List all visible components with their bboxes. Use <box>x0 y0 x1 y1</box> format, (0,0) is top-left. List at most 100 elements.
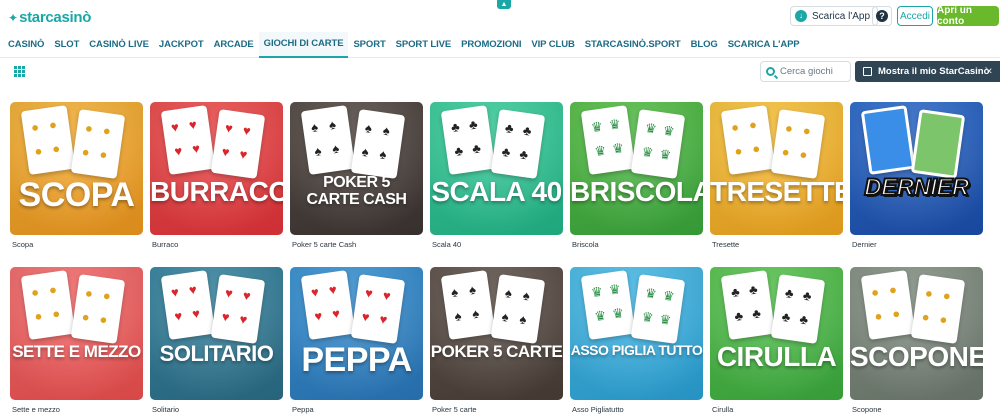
document-icon <box>863 67 872 76</box>
card-suit-icon: ♥ <box>239 146 249 162</box>
nav-item-promozioni[interactable]: PROMOZIONI <box>456 32 526 58</box>
game-title: SCOPA <box>10 178 143 212</box>
card-suit-icon: ♥ <box>188 117 198 133</box>
card-suit-icon: ♠ <box>501 309 510 325</box>
card-suit-icon: ● <box>921 309 931 325</box>
nav-item-sport[interactable]: SPORT <box>348 32 390 58</box>
site-header: ✦ starcasinò ▲ ↓ Scarica l'App ? Accedi … <box>0 0 1000 32</box>
card-suit-icon: ♥ <box>310 284 320 300</box>
game-tile[interactable]: ●●●●●●●●SCOPONE <box>850 267 983 400</box>
game-caption[interactable]: Cirulla <box>712 405 733 414</box>
game-caption[interactable]: Poker 5 carte Cash <box>292 240 356 249</box>
download-app-button[interactable]: ↓ Scarica l'App <box>790 6 878 26</box>
game-title: TRESETTE <box>710 178 843 206</box>
card-suit-icon: ● <box>733 143 743 159</box>
login-button[interactable]: Accedi <box>897 6 933 26</box>
help-button[interactable]: ? <box>872 6 892 26</box>
game-caption[interactable]: Peppa <box>292 405 314 414</box>
game-tile[interactable]: ♣♣♣♣♣♣♣♣SCALA 40 <box>430 102 563 235</box>
game-caption[interactable]: Sette e mezzo <box>12 405 60 414</box>
nav-item-arcade[interactable]: ARCADE <box>209 32 259 58</box>
card-suit-icon: ♠ <box>361 144 370 160</box>
game-caption[interactable]: Poker 5 carte <box>432 405 477 414</box>
game-tile[interactable]: ♥♥♥♥♥♥♥♥PEPPA <box>290 267 423 400</box>
game-title: CIRULLA <box>710 343 843 371</box>
collapse-chevron-up-icon[interactable]: ▲ <box>497 0 511 9</box>
show-my-starcasino-button[interactable]: Mostra il mio StarCasinò ‹ <box>855 61 1000 82</box>
card-suit-icon: ♠ <box>310 119 319 135</box>
nav-item-casin-live[interactable]: CASINÒ LIVE <box>84 32 154 58</box>
game-caption[interactable]: Tresette <box>712 240 739 249</box>
card-suit-icon: ● <box>873 308 883 324</box>
game-caption[interactable]: Dernier <box>852 240 877 249</box>
game-title: SETTE E MEZZO <box>10 343 143 360</box>
playing-card-image: ●●●● <box>21 105 75 175</box>
game-title: SCOPONE <box>850 343 983 371</box>
card-suit-icon: ♠ <box>382 123 391 139</box>
open-account-button[interactable]: Apri un conto <box>937 6 999 26</box>
game-tile[interactable]: DERNIER <box>850 102 983 235</box>
nav-item-sport-live[interactable]: SPORT LIVE <box>391 32 456 58</box>
nav-item-starcasin-sport[interactable]: STARCASINÒ.SPORT <box>580 32 686 58</box>
search-games-input[interactable]: Cerca giochi <box>760 61 851 82</box>
search-icon <box>766 67 775 76</box>
grid-view-icon[interactable] <box>14 66 25 77</box>
card-suit-icon: ♠ <box>504 285 513 301</box>
download-icon: ↓ <box>795 10 807 22</box>
playing-card-image: ♛♛♛♛ <box>631 109 685 179</box>
starcasino-logo[interactable]: ✦ starcasinò <box>8 9 91 26</box>
game-tile[interactable]: ●●●●●●●●TRESETTE <box>710 102 843 235</box>
card-suit-icon: ♛ <box>590 119 604 136</box>
card-suit-icon: ♠ <box>453 308 462 324</box>
card-suit-icon: ♛ <box>608 281 622 298</box>
card-suit-icon: ♠ <box>519 311 528 327</box>
card-suit-icon: ♠ <box>450 284 459 300</box>
card-suit-icon: ● <box>99 146 109 162</box>
game-caption[interactable]: Burraco <box>152 240 178 249</box>
card-suit-icon: ♥ <box>331 305 341 321</box>
card-suit-icon: ● <box>30 284 40 300</box>
game-tile[interactable]: ♛♛♛♛♛♛♛♛ASSO PIGLIA TUTTO <box>570 267 703 400</box>
game-tile[interactable]: ♠♠♠♠♠♠♠♠POKER 5 CARTE <box>430 267 563 400</box>
game-tile[interactable]: ♠♠♠♠♠♠♠♠POKER 5 CARTE CASH <box>290 102 423 235</box>
game-tile[interactable]: ♛♛♛♛♛♛♛♛BRISCOLA <box>570 102 703 235</box>
card-suit-icon: ♣ <box>519 146 530 162</box>
nav-item-vip-club[interactable]: VIP CLUB <box>526 32 579 58</box>
card-suit-icon: ♣ <box>733 308 744 324</box>
card-suit-icon: ● <box>51 305 61 321</box>
nav-item-scarica-l-app[interactable]: SCARICA L'APP <box>723 32 805 58</box>
nav-item-slot[interactable]: SLOT <box>49 32 84 58</box>
playing-card-image: ♥♥♥♥ <box>211 109 265 179</box>
card-suit-icon: ● <box>84 120 94 136</box>
nav-item-blog[interactable]: BLOG <box>686 32 723 58</box>
card-suit-icon: ♣ <box>453 143 464 159</box>
game-caption[interactable]: Briscola <box>572 240 599 249</box>
card-suit-icon: ♣ <box>751 305 762 321</box>
game-caption[interactable]: Asso Pigliatutto <box>572 405 624 414</box>
card-suit-icon: ♛ <box>641 309 655 326</box>
game-tile[interactable]: ♥♥♥♥♥♥♥♥SOLITARIO <box>150 267 283 400</box>
card-suit-icon: ♣ <box>802 288 813 304</box>
game-caption[interactable]: Scopone <box>852 405 882 414</box>
nav-item-jackpot[interactable]: JACKPOT <box>154 32 209 58</box>
game-caption[interactable]: Scopa <box>12 240 33 249</box>
card-suit-icon: ♛ <box>611 305 625 322</box>
card-suit-icon: ♛ <box>662 123 676 140</box>
card-suit-icon: ♣ <box>501 144 512 160</box>
game-title: DERNIER <box>850 176 983 200</box>
game-tile[interactable]: ●●●●●●●●SETTE E MEZZO <box>10 267 143 400</box>
game-caption[interactable]: Scala 40 <box>432 240 461 249</box>
playing-card-image: ♥♥♥♥ <box>301 270 355 340</box>
game-tile[interactable]: ♣♣♣♣♣♣♣♣CIRULLA <box>710 267 843 400</box>
card-suit-icon: ♠ <box>522 288 531 304</box>
card-suit-icon: ♥ <box>364 285 374 301</box>
nav-item-casin-[interactable]: CASINÒ <box>3 32 49 58</box>
card-suit-icon: ♥ <box>191 305 201 321</box>
card-suit-icon: ♛ <box>662 288 676 305</box>
game-caption[interactable]: Solitario <box>152 405 179 414</box>
game-tile[interactable]: ●●●●●●●●SCOPA <box>10 102 143 235</box>
game-tile[interactable]: ♥♥♥♥♥♥♥♥BURRACO <box>150 102 283 235</box>
nav-item-giochi-di-carte[interactable]: GIOCHI DI CARTE <box>259 32 349 58</box>
card-suit-icon: ♣ <box>468 117 479 133</box>
card-suit-icon: ♥ <box>313 308 323 324</box>
